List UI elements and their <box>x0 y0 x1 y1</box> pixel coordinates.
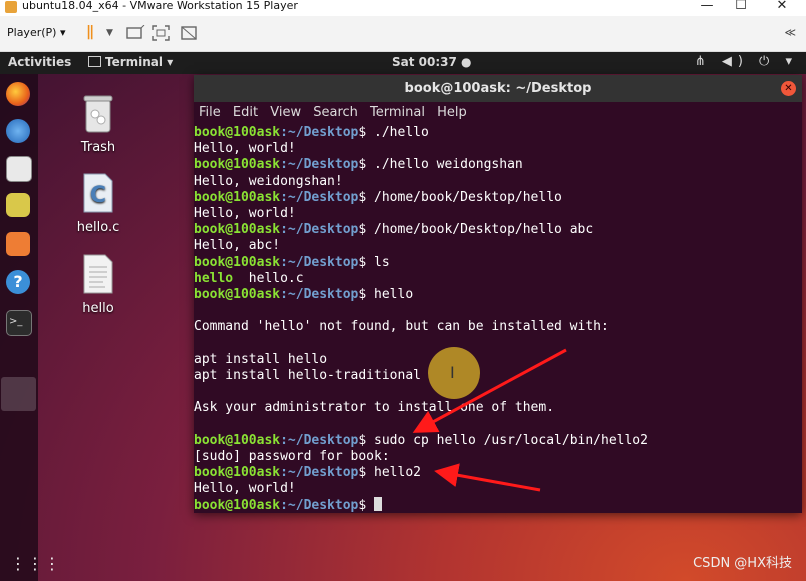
watermark: CSDN @HX科技 <box>693 556 792 571</box>
annotation-overlay <box>412 348 567 492</box>
annotation-arrow <box>434 463 541 492</box>
annotation-arrow <box>412 348 567 433</box>
